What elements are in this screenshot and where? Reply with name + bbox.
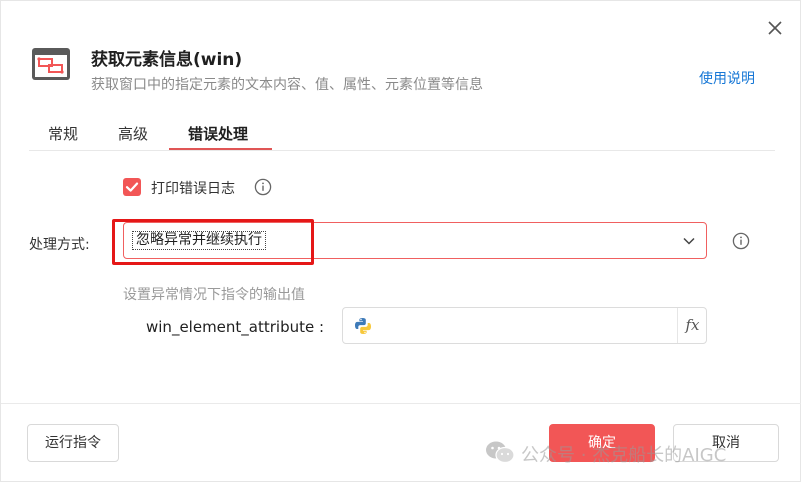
ok-button[interactable]: 确定: [549, 424, 655, 462]
cancel-button[interactable]: 取消: [673, 424, 779, 462]
dialog: 获取元素信息(win) 获取窗口中的指定元素的文本内容、值、属性、元素位置等信息…: [0, 0, 801, 482]
tab-general[interactable]: 常规: [48, 123, 78, 144]
handling-method-value: 忽略异常并继续执行: [132, 231, 266, 250]
python-icon: [355, 318, 371, 334]
dialog-subtitle: 获取窗口中的指定元素的文本内容、值、属性、元素位置等信息: [91, 77, 483, 93]
footer-divider: [1, 403, 801, 404]
chevron-down-icon: [683, 237, 695, 245]
log-errors-label: 打印错误日志: [151, 181, 235, 197]
output-value-hint: 设置异常情况下指令的输出值: [123, 287, 305, 303]
dialog-title: 获取元素信息(win): [91, 50, 243, 70]
variable-label: win_element_attribute :: [146, 318, 325, 336]
handling-method-select[interactable]: 忽略异常并继续执行: [123, 222, 707, 259]
help-link[interactable]: 使用说明: [699, 68, 755, 88]
tab-bar: 常规 高级 错误处理: [29, 115, 775, 151]
tab-advanced[interactable]: 高级: [118, 123, 148, 144]
active-tab-indicator: [169, 148, 272, 150]
info-icon[interactable]: [732, 232, 750, 250]
log-errors-checkbox[interactable]: [123, 178, 141, 196]
run-command-button[interactable]: 运行指令: [27, 424, 119, 462]
wechat-icon: [486, 441, 515, 464]
tab-error-handling[interactable]: 错误处理: [188, 123, 248, 144]
info-icon[interactable]: [254, 178, 272, 196]
window-element-icon: [32, 48, 70, 80]
close-icon[interactable]: [765, 18, 785, 38]
expression-button[interactable]: fx: [677, 308, 707, 343]
variable-input[interactable]: fx: [342, 307, 707, 344]
handling-method-label: 处理方式:: [29, 237, 90, 253]
